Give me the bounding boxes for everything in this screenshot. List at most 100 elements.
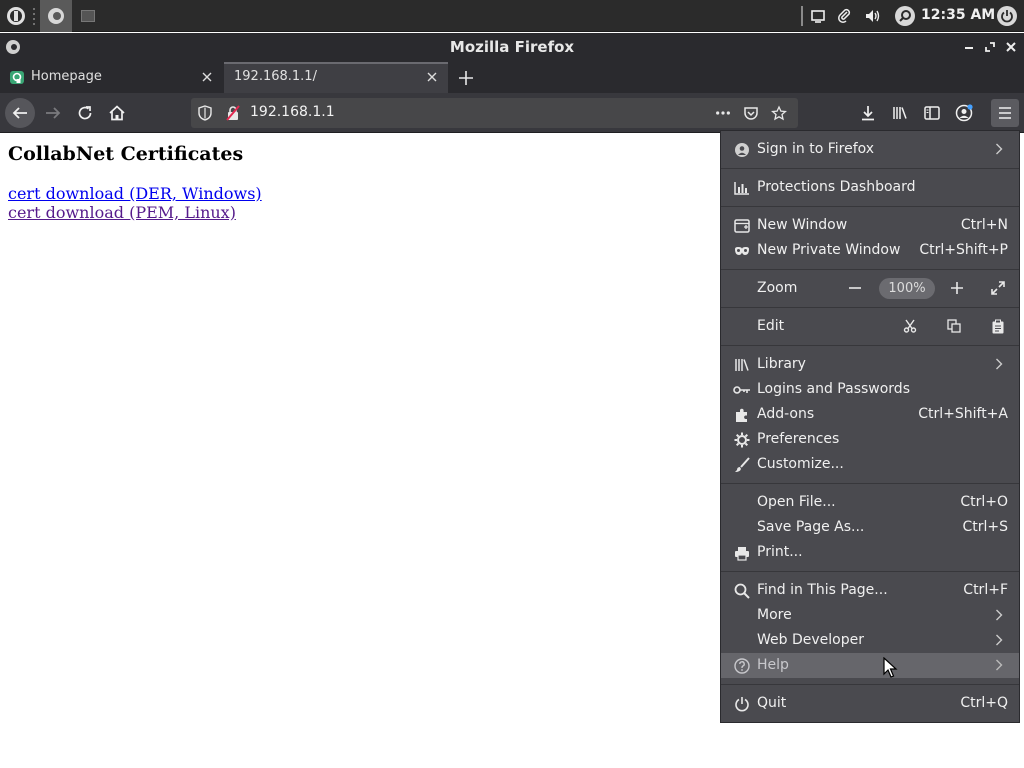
menu-zoom-row: Zoom 100% <box>721 276 1019 301</box>
pocket-icon[interactable] <box>743 105 759 121</box>
pem-download-link[interactable]: cert download (PEM, Linux) <box>8 203 236 222</box>
menu-label: New Private Window <box>757 242 901 258</box>
menu-separator <box>721 269 1019 270</box>
home-icon[interactable] <box>104 100 130 126</box>
window-titlebar: Mozilla Firefox <box>0 33 1024 62</box>
menu-separator <box>721 206 1019 207</box>
menu-shortcut: Ctrl+O <box>960 494 1008 510</box>
address-bar[interactable]: 192.168.1.1 <box>191 98 798 128</box>
volume-icon[interactable] <box>861 4 885 28</box>
paperclip-icon[interactable] <box>832 4 856 28</box>
menu-find-in-page[interactable]: Find in This Page... Ctrl+F <box>721 578 1019 603</box>
search-icon <box>733 582 751 600</box>
key-icon <box>733 381 751 399</box>
tab-label: 192.168.1.1/ <box>234 69 317 84</box>
chevron-right-icon <box>993 142 1005 156</box>
url-input[interactable]: 192.168.1.1 <box>250 104 335 120</box>
menu-logins-passwords[interactable]: Logins and Passwords <box>721 377 1019 402</box>
system-menu-icon[interactable] <box>2 2 30 30</box>
puzzle-piece-icon <box>733 406 751 424</box>
menu-separator <box>721 345 1019 346</box>
mouse-pointer-icon <box>883 657 899 679</box>
taskbar-separator <box>32 6 36 26</box>
menu-edit-row: Edit <box>721 314 1019 339</box>
app-menu-panel: Sign in to Firefox Protections Dashboard… <box>720 130 1020 723</box>
menu-web-developer[interactable]: Web Developer <box>721 628 1019 653</box>
fullscreen-icon[interactable] <box>989 279 1007 297</box>
paste-clipboard-icon[interactable] <box>989 317 1007 335</box>
menu-shortcut: Ctrl+Shift+A <box>918 406 1008 422</box>
chevron-right-icon <box>993 608 1005 622</box>
menu-customize[interactable]: Customize... <box>721 452 1019 477</box>
menu-add-ons[interactable]: Add-ons Ctrl+Shift+A <box>721 402 1019 427</box>
close-tab-icon[interactable] <box>425 70 439 84</box>
library-icon[interactable] <box>887 100 913 126</box>
insecure-lock-icon[interactable] <box>225 105 241 121</box>
tracking-shield-icon[interactable] <box>197 105 213 121</box>
menu-label: More <box>757 607 792 623</box>
zoom-reset-button[interactable]: 100% <box>879 278 935 299</box>
hamburger-menu-icon[interactable] <box>991 99 1019 127</box>
copy-icon[interactable] <box>945 317 963 335</box>
window-title: Mozilla Firefox <box>449 38 575 56</box>
zoom-out-icon[interactable] <box>846 279 864 297</box>
taskbar-firefox-icon[interactable] <box>40 0 72 32</box>
sidebar-icon[interactable] <box>919 100 945 126</box>
downloads-icon[interactable] <box>855 100 881 126</box>
menu-open-file[interactable]: Open File... Ctrl+O <box>721 490 1019 515</box>
close-window-icon[interactable] <box>1003 39 1019 55</box>
menu-label: Print... <box>757 544 803 560</box>
clock[interactable]: 12:35 AM <box>921 7 995 23</box>
account-icon[interactable] <box>951 100 977 126</box>
menu-separator <box>721 307 1019 308</box>
cut-scissors-icon[interactable] <box>901 317 919 335</box>
search-icon[interactable] <box>893 4 917 28</box>
page-title: CollabNet Certificates <box>8 143 244 165</box>
power-icon[interactable] <box>995 4 1019 28</box>
help-question-icon <box>733 657 751 675</box>
menu-help[interactable]: Help <box>721 653 1019 678</box>
back-arrow-icon[interactable] <box>5 98 35 128</box>
menu-separator <box>721 168 1019 169</box>
page-actions-icon[interactable] <box>715 105 731 121</box>
forward-arrow-icon[interactable] <box>40 100 66 126</box>
menu-new-private-window[interactable]: New Private Window Ctrl+Shift+P <box>721 238 1019 263</box>
menu-shortcut: Ctrl+S <box>962 519 1008 535</box>
menu-new-window[interactable]: New Window Ctrl+N <box>721 213 1019 238</box>
close-tab-icon[interactable] <box>200 70 214 84</box>
taskbar-terminal-icon[interactable] <box>78 6 98 26</box>
menu-print[interactable]: Print... <box>721 540 1019 565</box>
bookmark-star-icon[interactable] <box>771 104 787 121</box>
paintbrush-icon <box>733 456 751 474</box>
menu-sign-in[interactable]: Sign in to Firefox <box>721 137 1019 162</box>
tab-homepage[interactable]: Homepage <box>0 62 222 93</box>
reload-icon[interactable] <box>72 100 98 126</box>
gear-icon <box>733 431 751 449</box>
menu-shortcut: Ctrl+F <box>963 582 1008 598</box>
menu-more[interactable]: More <box>721 603 1019 628</box>
menu-library[interactable]: Library <box>721 352 1019 377</box>
menu-label: Add-ons <box>757 406 815 422</box>
menu-label: Quit <box>757 695 787 711</box>
new-tab-icon[interactable] <box>456 68 476 88</box>
minimize-icon[interactable] <box>961 39 977 55</box>
menu-preferences[interactable]: Preferences <box>721 427 1019 452</box>
library-icon <box>733 356 751 374</box>
account-icon <box>733 141 751 159</box>
menu-label: New Window <box>757 217 848 233</box>
menu-label: Library <box>757 356 806 372</box>
screen-icon[interactable] <box>806 4 830 28</box>
new-window-icon <box>733 217 751 235</box>
navigation-toolbar: 192.168.1.1 <box>0 93 1024 133</box>
menu-shortcut: Ctrl+Q <box>960 695 1008 711</box>
menu-shortcut: Ctrl+N <box>960 217 1008 233</box>
menu-quit[interactable]: Quit Ctrl+Q <box>721 691 1019 716</box>
menu-protections-dashboard[interactable]: Protections Dashboard <box>721 175 1019 200</box>
menu-save-page[interactable]: Save Page As... Ctrl+S <box>721 515 1019 540</box>
tab-strip: Homepage 192.168.1.1/ <box>0 62 1024 93</box>
der-download-link[interactable]: cert download (DER, Windows) <box>8 184 262 203</box>
printer-icon <box>733 544 751 562</box>
zoom-in-icon[interactable] <box>948 279 966 297</box>
tab-router[interactable]: 192.168.1.1/ <box>224 62 448 93</box>
maximize-icon[interactable] <box>982 39 998 55</box>
